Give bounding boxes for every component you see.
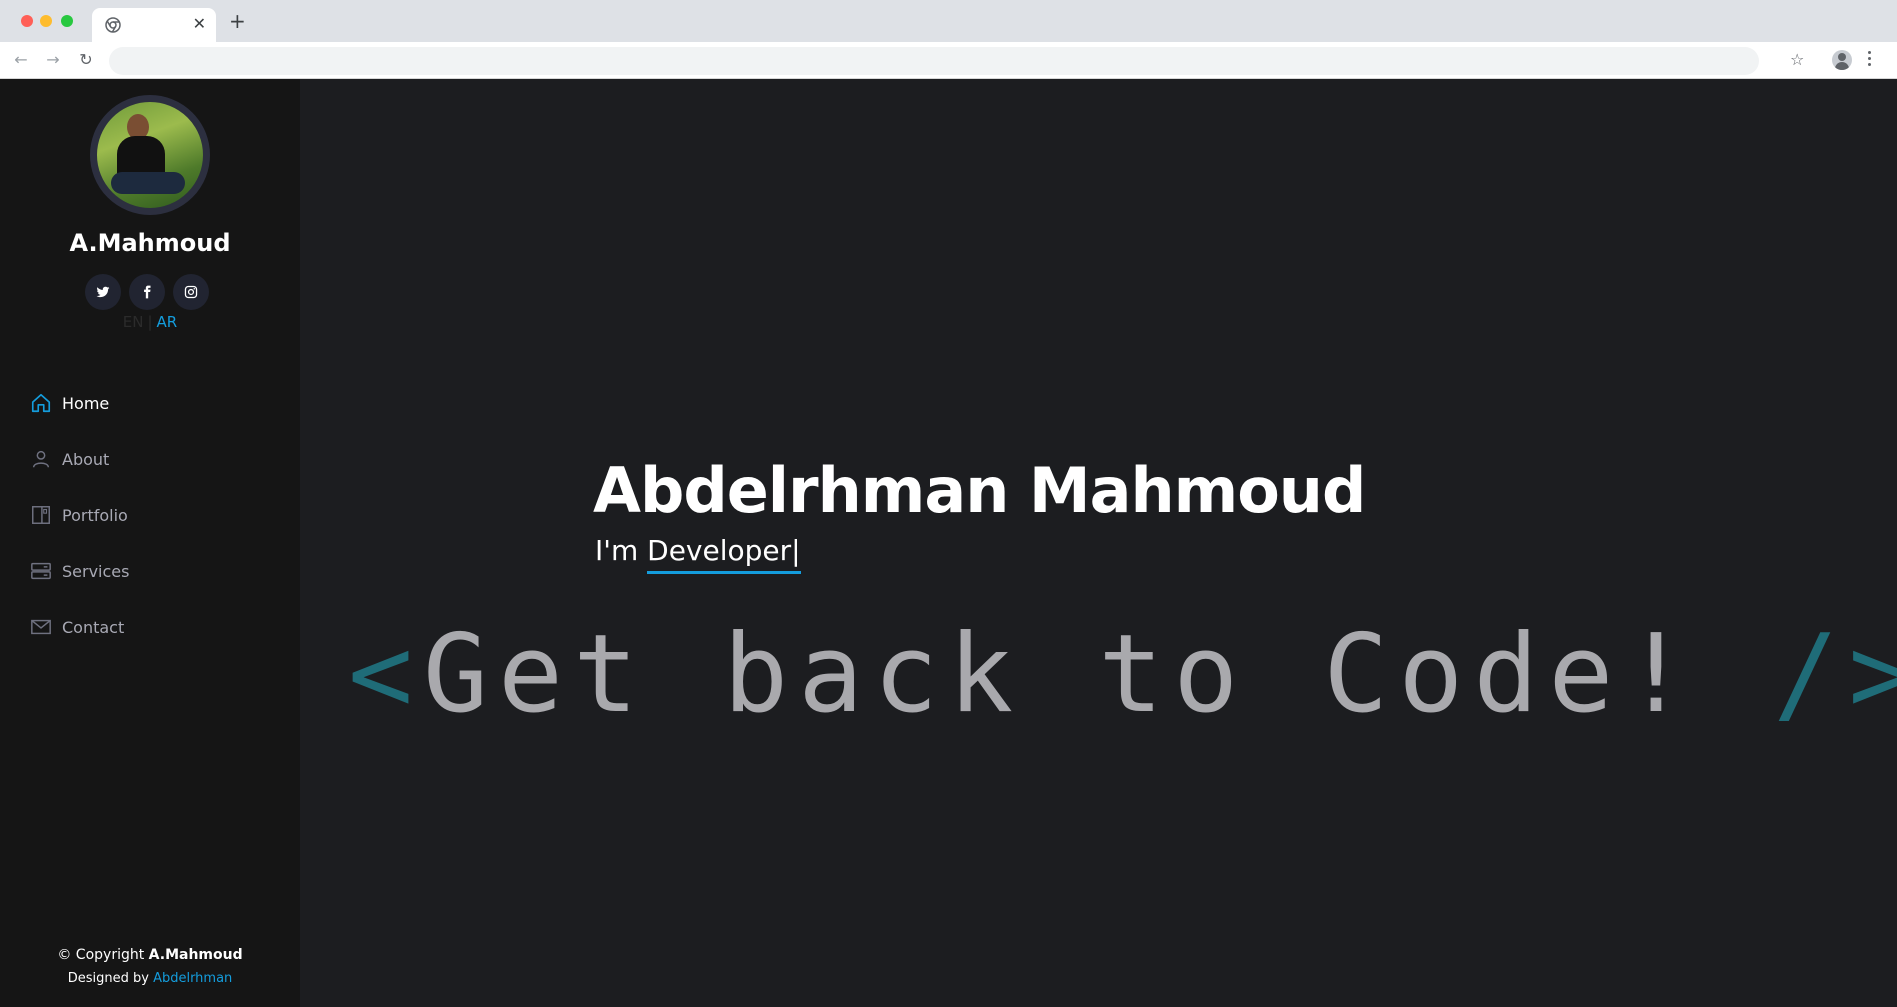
instagram-icon[interactable] — [173, 274, 209, 310]
code-banner: <Get back to Code! /> — [348, 612, 1897, 737]
hero-subtitle: I'm Developer| — [595, 534, 801, 574]
twitter-icon[interactable] — [85, 274, 121, 310]
avatar — [90, 95, 210, 215]
home-icon — [31, 393, 51, 413]
sidebar-item-label: Services — [62, 561, 130, 581]
sidebar-item-label: About — [62, 449, 110, 469]
minimize-window-button[interactable] — [40, 15, 52, 27]
facebook-icon[interactable] — [129, 274, 165, 310]
browser-toolbar: ← → ↻ ☆ — [0, 42, 1897, 79]
copyright-line: © Copyright A.Mahmoud — [0, 947, 300, 963]
reload-icon[interactable]: ↻ — [76, 50, 96, 70]
designer-link[interactable]: Abdelrhman — [153, 971, 232, 986]
hero-title: Abdelrhman Mahmoud — [593, 454, 1366, 527]
browser-menu-icon[interactable] — [1868, 51, 1872, 67]
person-icon — [32, 450, 50, 468]
profile-avatar-icon[interactable] — [1832, 50, 1852, 70]
maximize-window-button[interactable] — [61, 15, 73, 27]
copyright-brand: A.Mahmoud — [148, 947, 243, 963]
sidebar: A.Mahmoud EN | AR Home About Portfolio Ser — [0, 79, 300, 1007]
code-banner-text: Get back to Code! — [423, 612, 1774, 737]
credits-line: Designed by Abdelrhman — [0, 971, 300, 986]
back-arrow-icon[interactable]: ← — [11, 50, 31, 70]
tab-bar: ✕ + — [0, 0, 1897, 42]
sidebar-item-about[interactable]: About — [30, 431, 280, 487]
lang-separator: | — [147, 313, 153, 331]
new-tab-button[interactable]: + — [229, 11, 246, 31]
copyright-prefix: © Copyright — [57, 947, 149, 963]
sidebar-item-services[interactable]: Services — [30, 543, 280, 599]
typed-text: Developer| — [647, 534, 801, 574]
sidebar-nav: Home About Portfolio Services Contact — [30, 375, 280, 655]
address-bar[interactable] — [109, 47, 1759, 75]
designed-prefix: Designed by — [67, 971, 154, 986]
language-switcher: EN | AR — [0, 313, 300, 331]
server-icon — [31, 562, 51, 580]
sidebar-item-contact[interactable]: Contact — [30, 599, 280, 655]
lang-ar-link[interactable]: AR — [157, 313, 178, 331]
browser-chrome: ✕ + ← → ↻ ☆ — [0, 0, 1897, 79]
close-tab-icon[interactable]: ✕ — [193, 15, 206, 33]
close-window-button[interactable] — [21, 15, 33, 27]
sidebar-item-label: Home — [62, 393, 110, 413]
chrome-favicon-icon — [105, 17, 121, 33]
hero-section: Abdelrhman Mahmoud I'm Developer| <Get b… — [300, 79, 1897, 1007]
sidebar-item-portfolio[interactable]: Portfolio — [30, 487, 280, 543]
sidebar-item-label: Portfolio — [62, 505, 128, 525]
sidebar-item-home[interactable]: Home — [30, 375, 280, 431]
social-links — [85, 274, 215, 310]
forward-arrow-icon[interactable]: → — [43, 50, 63, 70]
sidebar-item-label: Contact — [62, 617, 125, 637]
sidebar-footer: © Copyright A.Mahmoud Designed by Abdelr… — [0, 947, 300, 986]
hero-sub-prefix: I'm — [595, 534, 648, 567]
code-open-bracket: < — [348, 612, 424, 737]
envelope-icon — [31, 619, 51, 635]
portfolio-icon — [32, 506, 50, 524]
profile-name: A.Mahmoud — [69, 229, 231, 257]
browser-tab[interactable]: ✕ — [92, 8, 216, 42]
lang-en-link[interactable]: EN — [123, 313, 144, 331]
code-close-bracket: /> — [1773, 612, 1897, 737]
